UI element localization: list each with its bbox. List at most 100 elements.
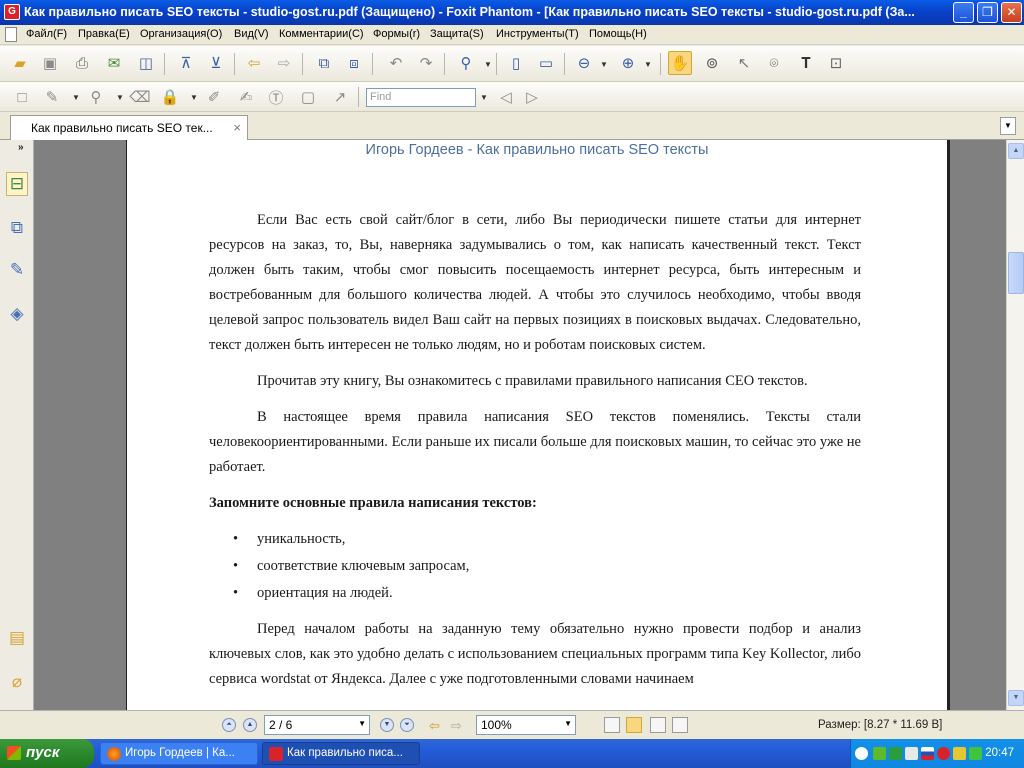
zoom-dropdown-icon[interactable]: ▼ xyxy=(564,719,572,728)
foxit-logo-icon[interactable]: G xyxy=(4,4,20,20)
maximize-button[interactable]: ❐ xyxy=(977,2,998,23)
save-icon[interactable]: ▣ xyxy=(38,51,62,75)
menu-protect[interactable]: Защита(S) xyxy=(430,28,484,40)
zoom-tool-dropdown-icon[interactable]: ▼ xyxy=(484,60,492,69)
eraser-layers-icon[interactable]: ◈ xyxy=(6,302,28,326)
menu-file[interactable]: Файл(F) xyxy=(26,28,67,40)
tray-shield-icon[interactable] xyxy=(969,747,982,760)
note-icon[interactable]: ▢ xyxy=(296,85,320,109)
edit-pen-dropdown-icon[interactable]: ▼ xyxy=(72,93,80,102)
next-page-nav-icon[interactable]: ▼ xyxy=(380,718,394,732)
lock-dropdown-icon[interactable]: ▼ xyxy=(190,93,198,102)
last-page-icon[interactable]: ⏷ xyxy=(400,718,414,732)
binoculars-icon[interactable]: ⌾ xyxy=(762,51,786,75)
stamp-icon[interactable]: ⚲ xyxy=(84,85,108,109)
zoom-in-icon[interactable]: ⊕ xyxy=(616,51,640,75)
menu-edit[interactable]: Правка(E) xyxy=(78,28,130,40)
continuous-facing-view-icon[interactable] xyxy=(672,717,688,733)
previous-page-nav-icon[interactable]: ▲ xyxy=(243,718,257,732)
expand-panel-icon[interactable]: » xyxy=(18,142,24,153)
open-folder-icon[interactable]: ▰ xyxy=(8,51,32,75)
email-icon[interactable]: ✉ xyxy=(102,51,126,75)
tray-update-icon[interactable] xyxy=(953,747,966,760)
menu-forms[interactable]: Формы(r) xyxy=(373,28,420,40)
tray-language-icon[interactable] xyxy=(905,747,918,760)
scroll-thumb[interactable] xyxy=(1008,252,1024,294)
form-field-icon[interactable]: ✍ xyxy=(234,85,258,109)
first-page-icon[interactable]: ⏶ xyxy=(222,718,236,732)
select-text-icon[interactable]: 𝐓 xyxy=(794,51,818,75)
vertical-scrollbar[interactable]: ▲ ▼ xyxy=(1006,140,1024,710)
menu-organize[interactable]: Организация(O) xyxy=(140,28,222,40)
redo-icon[interactable]: ↷ xyxy=(414,51,438,75)
menu-tools[interactable]: Инструменты(T) xyxy=(496,28,579,40)
attachments-paperclip-icon[interactable]: ⌀ xyxy=(6,670,28,694)
menu-comments[interactable]: Комментарии(C) xyxy=(279,28,364,40)
document-menu-icon[interactable] xyxy=(5,27,17,42)
facing-view-icon[interactable] xyxy=(650,717,666,733)
extract-pages-icon[interactable]: ⧉ xyxy=(312,51,336,75)
hand-tool-icon[interactable]: ✋ xyxy=(668,51,692,75)
text-box-icon[interactable]: Ⓣ xyxy=(264,85,288,109)
insert-pages-icon[interactable]: ⧈ xyxy=(342,51,366,75)
loupe-icon[interactable]: ⊚ xyxy=(700,51,724,75)
zoom-out-dropdown-icon[interactable]: ▼ xyxy=(600,60,608,69)
start-button[interactable]: пуск xyxy=(0,739,94,768)
tray-arrow-icon[interactable] xyxy=(855,747,868,760)
scroll-down-icon[interactable]: ▼ xyxy=(1008,690,1024,706)
undo-icon[interactable]: ↶ xyxy=(384,51,408,75)
fit-page-icon[interactable]: ▯ xyxy=(504,51,528,75)
find-input[interactable]: Find xyxy=(366,88,476,107)
tab-list-dropdown-icon[interactable]: ▼ xyxy=(1000,117,1016,135)
tray-antivirus-icon[interactable] xyxy=(889,747,902,760)
taskbar-item-foxit[interactable]: Как правильно писа... xyxy=(262,742,420,765)
arrow-tool-icon[interactable]: ↗ xyxy=(328,85,352,109)
zoom-tool-icon[interactable]: ⚲ xyxy=(454,51,478,75)
bookmarks-icon[interactable]: ⊟ xyxy=(6,172,28,196)
zoom-in-dropdown-icon[interactable]: ▼ xyxy=(644,60,652,69)
menu-view[interactable]: Вид(V) xyxy=(234,28,269,40)
scan-icon[interactable]: ◫ xyxy=(134,51,158,75)
typewriter-icon[interactable]: ✐ xyxy=(202,85,226,109)
previous-page-icon[interactable]: ⊼ xyxy=(174,51,198,75)
select-arrow-icon[interactable]: ↖ xyxy=(732,51,756,75)
page-dropdown-icon[interactable]: ▼ xyxy=(358,719,366,728)
pages-thumbnails-icon[interactable]: ⧉ xyxy=(6,216,28,240)
toolbar-separator xyxy=(660,53,661,75)
menu-help[interactable]: Помощь(H) xyxy=(589,28,647,40)
zoom-level-field[interactable]: 100% ▼ xyxy=(476,715,576,735)
tab-close-icon[interactable]: × xyxy=(233,120,241,135)
toolbar-separator xyxy=(564,53,565,75)
eraser-icon[interactable]: ⌫ xyxy=(128,85,152,109)
fit-width-icon[interactable]: ▭ xyxy=(534,51,558,75)
taskbar-item-firefox[interactable]: Игорь Гордеев | Ка... xyxy=(100,742,258,765)
document-tab[interactable]: Как правильно писать SEO тек... × xyxy=(10,115,248,140)
close-button[interactable]: ✕ xyxy=(1001,2,1022,23)
status-back-arrow-icon[interactable]: ⇦ xyxy=(429,718,440,734)
scroll-up-icon[interactable]: ▲ xyxy=(1008,143,1024,159)
minimize-button[interactable]: _ xyxy=(953,2,974,23)
document-viewport[interactable]: Игорь Гордеев - Как правильно писать SEO… xyxy=(34,140,1006,710)
find-previous-icon[interactable]: ◁ xyxy=(494,85,518,109)
comments-icon[interactable]: ▤ xyxy=(6,626,28,650)
find-next-icon[interactable]: ▷ xyxy=(520,85,544,109)
back-arrow-icon[interactable]: ⇦ xyxy=(242,51,266,75)
next-page-icon[interactable]: ⊻ xyxy=(204,51,228,75)
snapshot-camera-icon[interactable]: ⊡ xyxy=(824,51,848,75)
single-page-view-icon[interactable] xyxy=(604,717,620,733)
layers-icon[interactable]: ✎ xyxy=(6,258,28,282)
status-forward-arrow-icon[interactable]: ⇨ xyxy=(451,718,462,734)
find-dropdown-icon[interactable]: ▼ xyxy=(480,93,488,102)
continuous-view-icon[interactable] xyxy=(626,717,642,733)
tray-network-icon[interactable] xyxy=(873,747,886,760)
forward-arrow-icon[interactable]: ⇨ xyxy=(272,51,296,75)
rectangle-tool-icon[interactable]: □ xyxy=(10,85,34,109)
lock-icon[interactable]: 🔒 xyxy=(158,85,182,109)
tray-flag-icon[interactable] xyxy=(921,747,934,760)
stamp-dropdown-icon[interactable]: ▼ xyxy=(116,93,124,102)
zoom-out-icon[interactable]: ⊖ xyxy=(572,51,596,75)
tray-opera-icon[interactable] xyxy=(937,747,950,760)
edit-pen-icon[interactable]: ✎ xyxy=(40,85,64,109)
print-icon[interactable]: ⎙ xyxy=(70,51,94,75)
page-number-field[interactable]: 2 / 6 ▼ xyxy=(264,715,370,735)
